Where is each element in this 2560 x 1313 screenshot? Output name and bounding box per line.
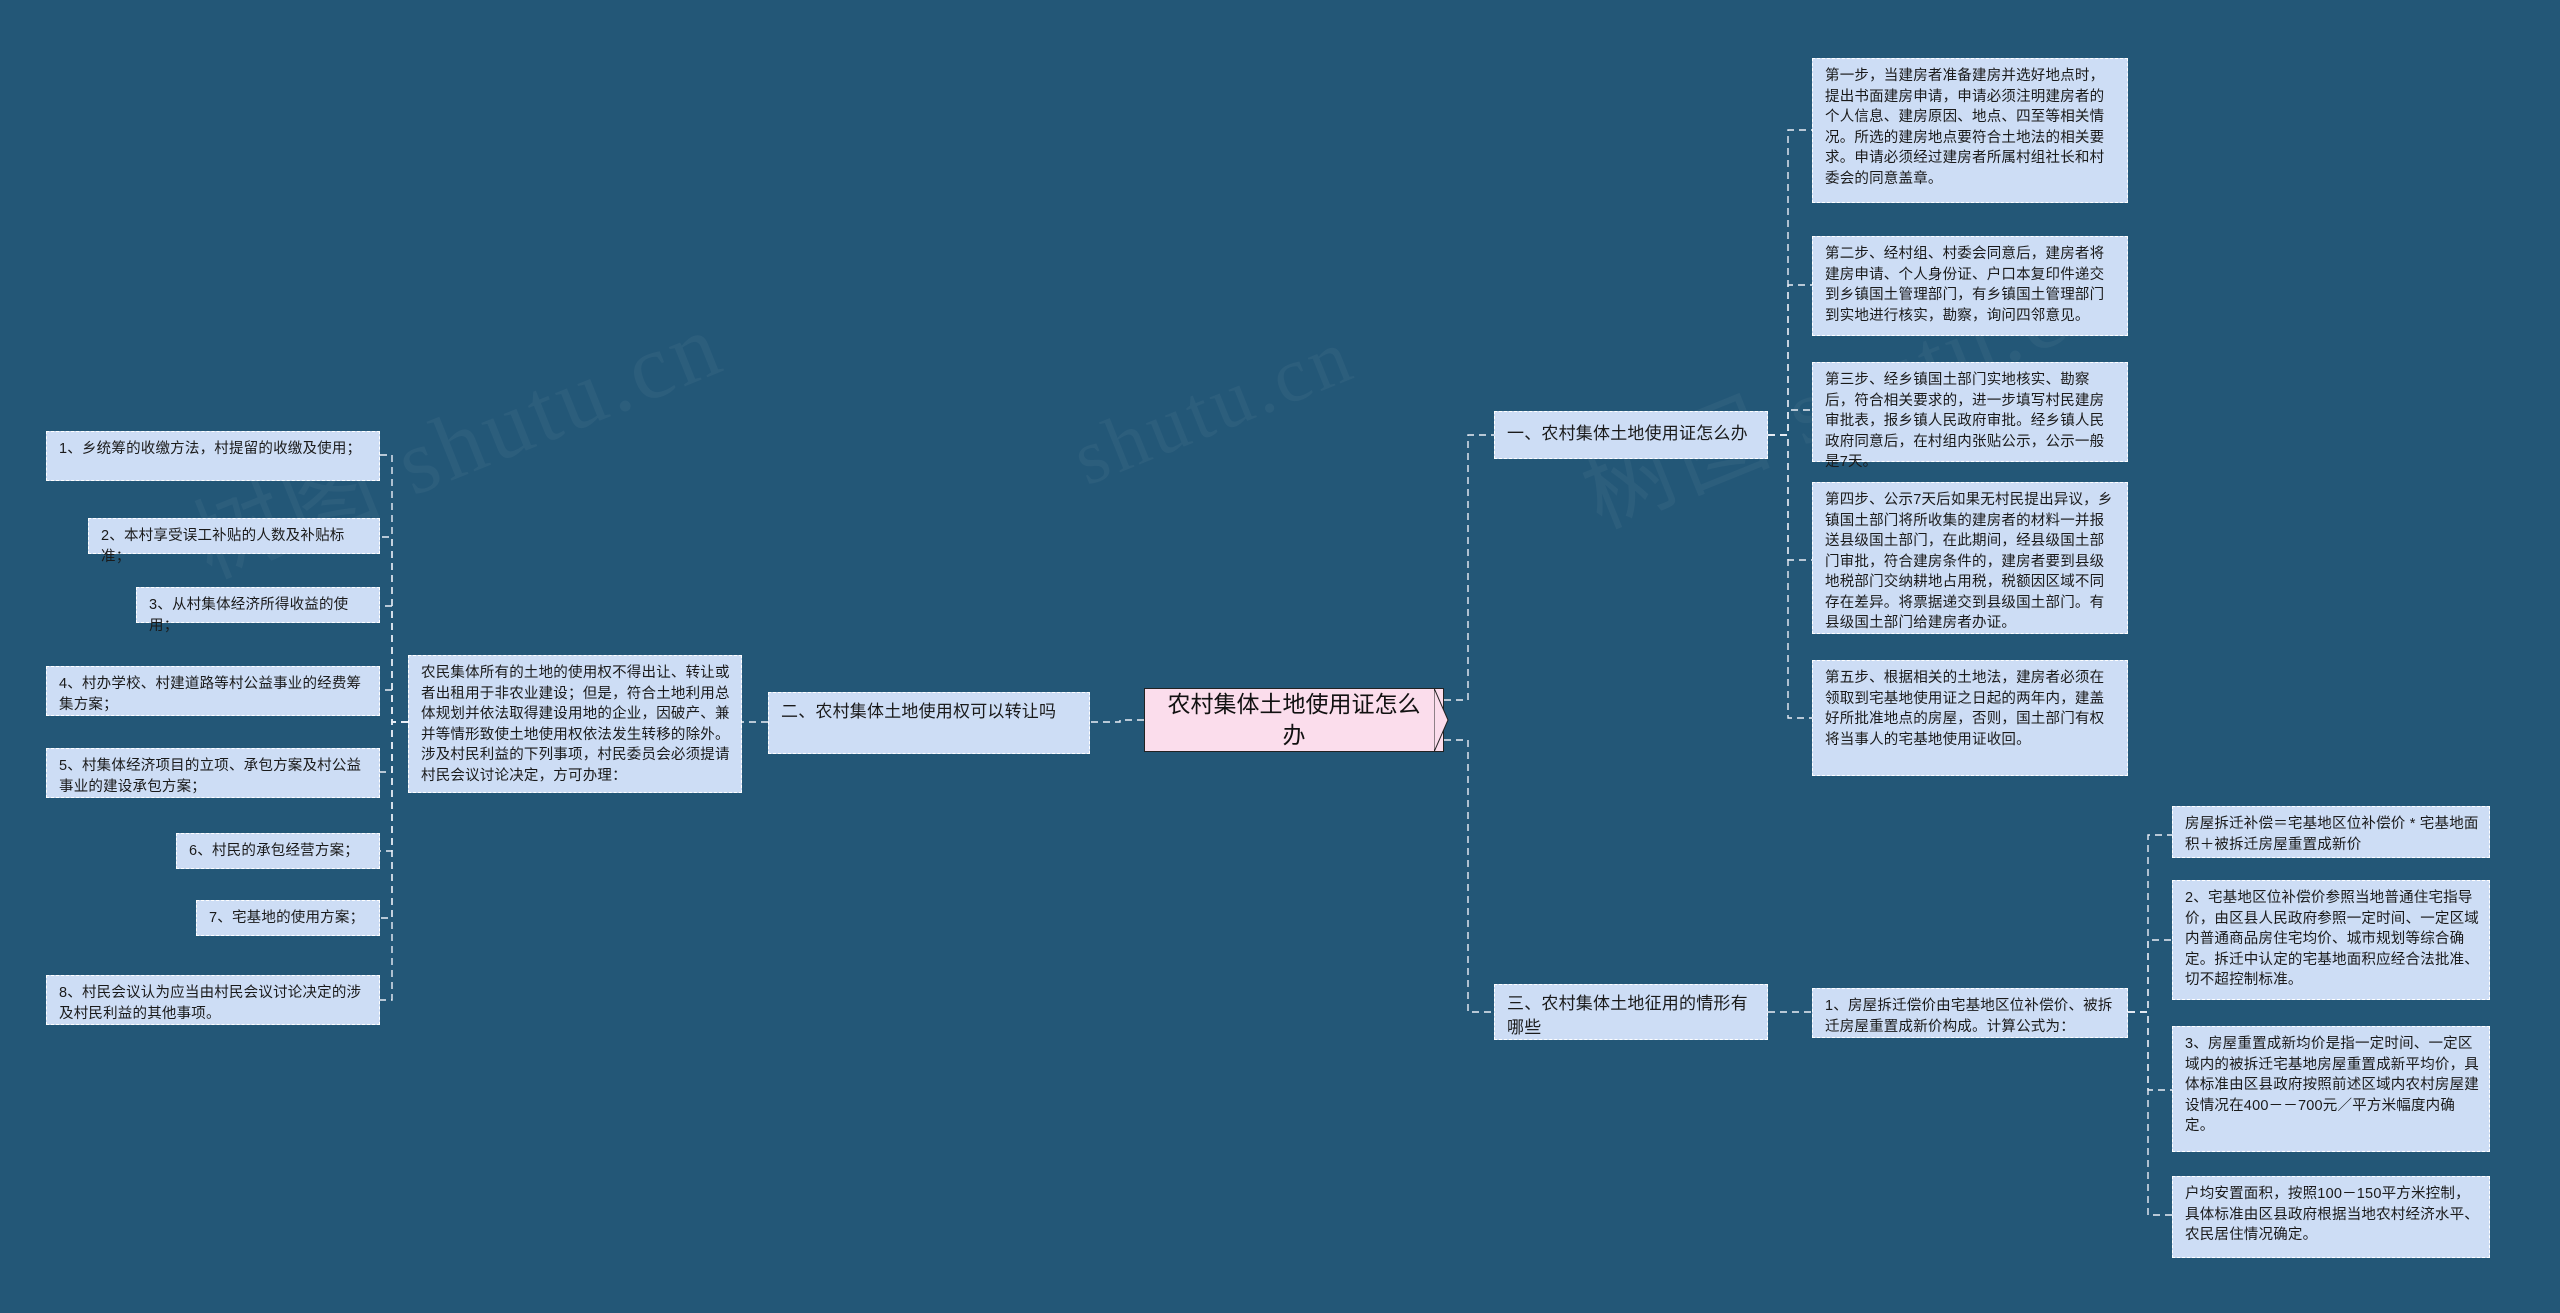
compensation-detail-2-node[interactable]: 2、宅基地区位补偿价参照当地普通住宅指导价，由区县人民政府参照一定时间、一定区域… [2172, 880, 2490, 1000]
branch-one-label: 一、农村集体土地使用证怎么办 [1507, 424, 1748, 444]
village-item-6[interactable]: 6、村民的承包经营方案； [176, 833, 380, 869]
step-2-text: 第二步、经村组、村委会同意后，建房者将建房申请、个人身份证、户口本复印件递交到乡… [1825, 246, 2105, 324]
compensation-detail-3-text: 3、房屋重置成新均价是指一定时间、一定区域内的被拆迁宅基地房屋重置成新平均价，具… [2185, 1036, 2479, 1135]
village-item-3-text: 3、从村集体经济所得收益的使用； [149, 597, 349, 634]
compensation-formula-text: 房屋拆迁补偿＝宅基地区位补偿价 * 宅基地面积＋被拆迁房屋重置成新价 [2185, 816, 2479, 853]
step-5-text: 第五步、根据相关的土地法，建房者必须在领取到宅基地使用证之日起的两年内，建盖好所… [1825, 670, 2105, 748]
branch-two-description-text: 农民集体所有的土地的使用权不得出让、转让或者出租用于非农业建设；但是，符合土地利… [421, 665, 730, 784]
branch-three-node[interactable]: 三、农村集体土地征用的情形有哪些 [1494, 984, 1768, 1040]
step-5-node[interactable]: 第五步、根据相关的土地法，建房者必须在领取到宅基地使用证之日起的两年内，建盖好所… [1812, 660, 2128, 776]
root-node-label: 农村集体土地使用证怎么办 [1167, 690, 1421, 748]
branch-three-label: 三、农村集体土地征用的情形有哪些 [1507, 994, 1748, 1038]
village-item-6-text: 6、村民的承包经营方案； [189, 843, 359, 859]
compensation-detail-2-text: 2、宅基地区位补偿价参照当地普通住宅指导价，由区县人民政府参照一定时间、一定区域… [2185, 890, 2479, 989]
branch-two-node[interactable]: 二、农村集体土地使用权可以转让吗 [768, 692, 1090, 754]
step-1-text: 第一步，当建房者准备建房并选好地点时，提出书面建房申请，申请必须注明建房者的个人… [1825, 68, 2105, 187]
compensation-item-1-text: 1、房屋拆迁偿价由宅基地区位补偿价、被拆迁房屋重置成新价构成。计算公式为： [1825, 998, 2113, 1035]
root-node-tail-icon [1434, 688, 1449, 752]
compensation-detail-4-node[interactable]: 户均安置面积，按照100－150平方米控制，具体标准由区县政府根据当地农村经济水… [2172, 1176, 2490, 1258]
branch-one-node[interactable]: 一、农村集体土地使用证怎么办 [1494, 411, 1768, 459]
compensation-detail-3-node[interactable]: 3、房屋重置成新均价是指一定时间、一定区域内的被拆迁宅基地房屋重置成新平均价，具… [2172, 1026, 2490, 1152]
step-2-node[interactable]: 第二步、经村组、村委会同意后，建房者将建房申请、个人身份证、户口本复印件递交到乡… [1812, 236, 2128, 336]
village-item-4[interactable]: 4、村办学校、村建道路等村公益事业的经费筹集方案； [46, 666, 380, 716]
compensation-formula-node[interactable]: 房屋拆迁补偿＝宅基地区位补偿价 * 宅基地面积＋被拆迁房屋重置成新价 [2172, 806, 2490, 858]
village-item-1[interactable]: 1、乡统筹的收缴方法，村提留的收缴及使用； [46, 431, 380, 481]
village-item-7-text: 7、宅基地的使用方案； [209, 910, 365, 926]
step-4-node[interactable]: 第四步、公示7天后如果无村民提出异议，乡镇国土部门将所收集的建房者的材料一并报送… [1812, 482, 2128, 634]
village-item-3[interactable]: 3、从村集体经济所得收益的使用； [136, 587, 380, 634]
branch-two-label: 二、农村集体土地使用权可以转让吗 [781, 702, 1057, 721]
village-item-8[interactable]: 8、村民会议认为应当由村民会议讨论决定的涉及村民利益的其他事项。 [46, 975, 380, 1025]
step-3-text: 第三步、经乡镇国土部门实地核实、勘察后，符合相关要求的，进一步填写村民建房审批表… [1825, 372, 2105, 471]
mindmap-canvas: 树图 shutu.cn shutu.cn 树图 shutu.cn [0, 0, 2560, 1313]
village-item-7[interactable]: 7、宅基地的使用方案； [196, 900, 380, 936]
village-item-8-text: 8、村民会议认为应当由村民会议讨论决定的涉及村民利益的其他事项。 [59, 985, 362, 1022]
branch-two-description-node[interactable]: 农民集体所有的土地的使用权不得出让、转让或者出租用于非农业建设；但是，符合土地利… [408, 655, 742, 793]
village-item-5-text: 5、村集体经济项目的立项、承包方案及村公益事业的建设承包方案； [59, 758, 362, 795]
compensation-item-1-node[interactable]: 1、房屋拆迁偿价由宅基地区位补偿价、被拆迁房屋重置成新价构成。计算公式为： [1812, 988, 2128, 1038]
village-item-5[interactable]: 5、村集体经济项目的立项、承包方案及村公益事业的建设承包方案； [46, 748, 380, 798]
village-item-2[interactable]: 2、本村享受误工补贴的人数及补贴标准； [88, 518, 380, 565]
step-1-node[interactable]: 第一步，当建房者准备建房并选好地点时，提出书面建房申请，申请必须注明建房者的个人… [1812, 58, 2128, 203]
root-node[interactable]: 农村集体土地使用证怎么办 [1144, 688, 1444, 752]
compensation-detail-4-text: 户均安置面积，按照100－150平方米控制，具体标准由区县政府根据当地农村经济水… [2185, 1186, 2479, 1244]
step-3-node[interactable]: 第三步、经乡镇国土部门实地核实、勘察后，符合相关要求的，进一步填写村民建房审批表… [1812, 362, 2128, 470]
village-item-4-text: 4、村办学校、村建道路等村公益事业的经费筹集方案； [59, 676, 362, 713]
watermark-center: shutu.cn [1060, 310, 1366, 504]
step-4-text: 第四步、公示7天后如果无村民提出异议，乡镇国土部门将所收集的建房者的材料一并报送… [1825, 492, 2113, 632]
village-item-1-text: 1、乡统筹的收缴方法，村提留的收缴及使用； [59, 441, 362, 457]
village-item-2-text: 2、本村享受误工补贴的人数及补贴标准； [101, 528, 345, 565]
